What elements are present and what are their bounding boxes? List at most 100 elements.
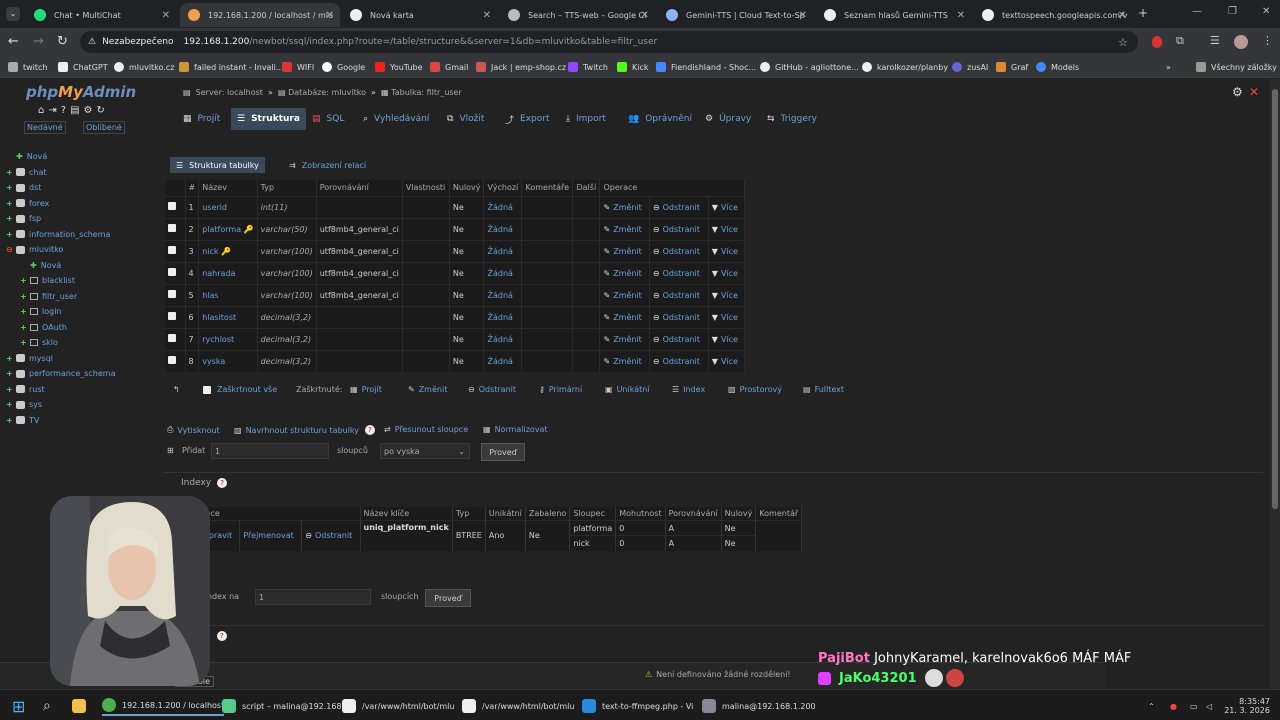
drop-column-link[interactable]: ⊖ Odstranit	[649, 349, 709, 372]
sidebar-item-filtr-user[interactable]: + filtr_user	[20, 292, 77, 301]
add-after-select[interactable]: po vyska ⌄	[380, 443, 470, 459]
column-name-value[interactable]: userid	[202, 203, 227, 212]
volume-icon[interactable]: ◁	[1206, 696, 1212, 716]
tab-close-icon[interactable]: ✕	[1118, 10, 1126, 21]
sidebar-item-sklo[interactable]: + sklo	[20, 338, 58, 347]
col-header[interactable]: Porovnávání	[316, 180, 403, 196]
change-column-link[interactable]: ✎ Změnit	[599, 305, 650, 328]
expand-icon[interactable]: +	[20, 307, 30, 316]
tab-insert[interactable]: ⧉ Vložit	[447, 108, 484, 130]
sidebar-item-performance-schema[interactable]: + performance_schema	[6, 369, 116, 378]
browser-tab[interactable]: Gemini-TTS | Cloud Text-to-Sp ✕	[658, 3, 813, 27]
move-columns-link[interactable]: ⇄ Přesunout sloupce	[384, 425, 468, 434]
print-link[interactable]: ⎙ Vytisknout	[167, 425, 220, 435]
bookmark-item[interactable]: Google	[322, 60, 365, 74]
bookmark-item[interactable]: failed instant - Invali...	[179, 60, 284, 74]
bulk-action-6[interactable]: ▨ Prostorový	[728, 385, 782, 394]
window-minimize-icon[interactable]: —	[1192, 6, 1202, 17]
all-bookmarks[interactable]: Všechny záložky	[1196, 60, 1277, 74]
col-header[interactable]: Název	[198, 180, 258, 196]
settings-gear-icon[interactable]: ⚙	[1232, 85, 1243, 99]
network-icon[interactable]: ▭	[1190, 696, 1198, 716]
tab-close-icon[interactable]: ✕	[799, 10, 807, 21]
col-header[interactable]: Nulový	[449, 180, 485, 196]
bookmark-item[interactable]: Gmail	[430, 60, 468, 74]
breadcrumb-server[interactable]: Server: localhost	[196, 88, 263, 97]
gear-icon[interactable]: ⚙	[84, 105, 97, 116]
close-panel-icon[interactable]: ✕	[1249, 85, 1259, 99]
bookmark-item[interactable]: WIFI	[282, 60, 314, 74]
browser-tab[interactable]: Seznam hlasů Gemini-TTS ✕	[816, 3, 971, 27]
recent-tables-button[interactable]: Nedávné	[24, 121, 66, 134]
row-checkbox[interactable]	[168, 334, 176, 342]
bookmark-item[interactable]: Twitch	[568, 60, 608, 74]
create-index-go-button[interactable]: Proveď	[425, 589, 471, 607]
home-icon[interactable]: ⌂	[38, 105, 48, 116]
subtab-relation-view[interactable]: ⇉ Zobrazení relací	[283, 157, 372, 173]
bulk-action-5[interactable]: ☰ Index	[672, 385, 705, 394]
sidebar-item-blacklist[interactable]: + blacklist	[20, 276, 75, 285]
tab-close-icon[interactable]: ✕	[483, 10, 491, 21]
security-label[interactable]: Nezabezpečeno	[102, 37, 173, 47]
more-actions-link[interactable]: ▼ Více	[708, 283, 746, 306]
sidebar-item-chat[interactable]: + chat	[6, 168, 47, 177]
index-drop-link[interactable]: ⊖ Odstranit	[301, 520, 361, 551]
bookmark-item[interactable]: Models	[1036, 60, 1079, 74]
tray-overflow-icon[interactable]: ⌃	[1148, 696, 1155, 716]
add-columns-go-button[interactable]: Proveď	[481, 443, 525, 461]
drop-column-link[interactable]: ⊖ Odstranit	[649, 283, 709, 306]
bookmark-item[interactable]: Fiendishland - Shoc...	[656, 60, 756, 74]
row-checkbox[interactable]	[168, 202, 176, 210]
bookmark-item[interactable]: Graf	[996, 60, 1028, 74]
browser-tab[interactable]: Chat • MultiChat ✕	[26, 3, 176, 27]
col-header[interactable]: Další	[572, 180, 601, 196]
row-checkbox[interactable]	[168, 268, 176, 276]
tab-browse[interactable]: ▦ Projít	[183, 108, 220, 130]
expand-icon[interactable]: +	[6, 369, 16, 378]
tab-close-icon[interactable]: ✕	[326, 10, 334, 21]
bookmark-item[interactable]: karolkozer/planby	[862, 60, 948, 74]
profile-avatar[interactable]	[1234, 35, 1248, 49]
browser-tab-active[interactable]: 192.168.1.200 / localhost / mlu ✕	[180, 3, 340, 27]
bulk-action-1[interactable]: ✎ Změnit	[408, 385, 447, 394]
col-header[interactable]: Typ	[257, 180, 317, 196]
taskbar-item-vscode[interactable]: text-to-ffmpeg.php - Vi	[582, 696, 693, 716]
media-controls-icon[interactable]: ☰	[1210, 34, 1220, 47]
expand-icon[interactable]: +	[6, 199, 16, 208]
bookmarks-overflow-icon[interactable]: »	[1166, 60, 1171, 74]
col-header[interactable]: Operace	[599, 180, 745, 196]
new-tab-plus-icon[interactable]: +	[1138, 6, 1148, 20]
propose-structure-link[interactable]: ▧ Navrhnout strukturu tabulky?	[234, 425, 376, 435]
expand-icon[interactable]: +	[6, 385, 16, 394]
expand-icon[interactable]: +	[6, 230, 16, 239]
change-column-link[interactable]: ✎ Změnit	[599, 195, 650, 218]
expand-icon[interactable]: +	[20, 338, 30, 347]
tab-export[interactable]: ⤴ Export	[505, 108, 549, 130]
window-close-icon[interactable]: ✕	[1262, 6, 1270, 17]
bulk-action-2[interactable]: ⊖ Odstranit	[468, 385, 516, 394]
bookmark-star-icon[interactable]: ☆	[1118, 36, 1128, 49]
drop-column-link[interactable]: ⊖ Odstranit	[649, 327, 709, 350]
not-secure-warning-icon[interactable]: ⚠	[88, 37, 96, 47]
bulk-action-0[interactable]: ▦ Projít	[350, 385, 382, 394]
more-actions-link[interactable]: ▼ Více	[708, 327, 746, 350]
sidebar-item-dst[interactable]: + dst	[6, 183, 41, 192]
breadcrumb-table[interactable]: Tabulka: filtr_user	[391, 88, 462, 97]
help-icon[interactable]: ?	[216, 631, 227, 641]
more-actions-link[interactable]: ▼ Více	[708, 217, 746, 240]
tab-operations[interactable]: ⚙ Úpravy	[705, 108, 751, 130]
extensions-puzzle-icon[interactable]: ⧉	[1176, 34, 1184, 48]
bookmark-item[interactable]: Jack | emp-shop.cz	[476, 60, 566, 74]
sidebar-item-tv[interactable]: + TV	[6, 416, 39, 425]
column-name-value[interactable]: rychlost	[202, 335, 234, 344]
drop-column-link[interactable]: ⊖ Odstranit	[649, 239, 709, 262]
change-column-link[interactable]: ✎ Změnit	[599, 327, 650, 350]
taskbar-item-winscp[interactable]: script – malina@192.168	[222, 696, 342, 716]
expand-icon[interactable]: +	[6, 168, 16, 177]
bookmark-item[interactable]: YouTube	[375, 60, 423, 74]
file-explorer-icon[interactable]	[72, 696, 92, 716]
tab-sql[interactable]: ▤ SQL	[312, 108, 344, 130]
sidebar-item-rust[interactable]: + rust	[6, 385, 45, 394]
more-actions-link[interactable]: ▼ Více	[708, 305, 746, 328]
extension-red-icon[interactable]	[1152, 36, 1162, 48]
